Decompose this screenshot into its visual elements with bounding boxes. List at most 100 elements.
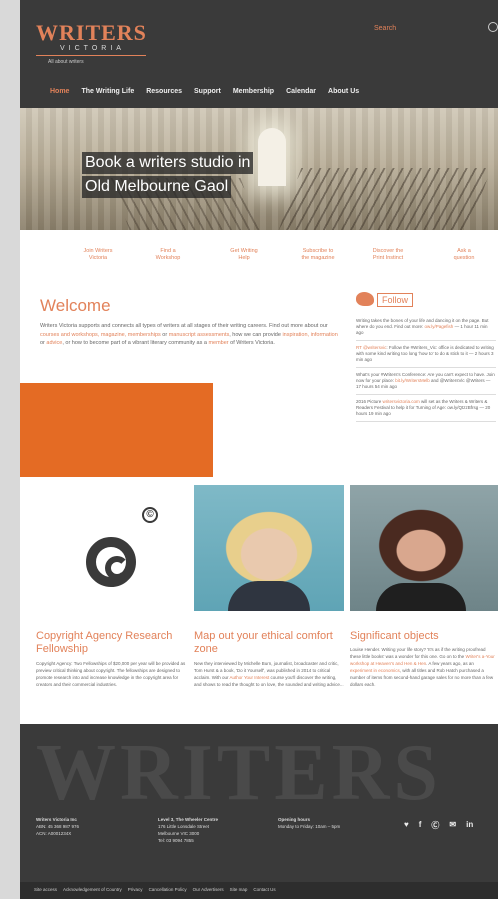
courses-link[interactable]: courses and workshops, magazine, members… [40,332,161,338]
footer-links: Site access Acknowledgement of Country P… [34,887,276,892]
footer-link-cancellation[interactable]: Cancellation Policy [149,887,187,892]
footer-link-access[interactable]: Site access [34,887,57,892]
quick-link-magazine[interactable]: Subscribe to the magazine [290,248,346,262]
welcome-text-part: , or how to become part of a vibrant lit… [62,340,209,346]
copyright-symbol-icon: © [142,507,158,523]
feature-title-ethics[interactable]: Map out your ethical comfort zone [194,630,344,656]
site-footer: WRITERS Writers Victoria Inc ABN: 45 368… [20,724,498,882]
inspiration-link[interactable]: inspiration, information [282,332,337,338]
main-nav: Home The Writing Life Resources Support … [50,88,371,95]
footer-link-contact[interactable]: Contact Us [253,887,275,892]
feature-title-copyright[interactable]: Copyright Agency Research Fellowship [36,630,186,656]
quick-link-label: Discover the [372,248,404,254]
footer-hours: Opening hours Monday to Friday: 10am – 5… [278,816,340,830]
nav-resources[interactable]: Resources [146,88,182,95]
twitter-icon[interactable]: ♥ [404,820,409,831]
logo-subtitle: VICTORIA [60,45,125,52]
tweet-item: Writing takes the bones of your life and… [356,318,496,341]
quick-link-join[interactable]: Join Writers Victoria [70,248,126,262]
quick-link-label: Victoria [88,255,108,261]
advice-link[interactable]: advice [46,340,62,346]
logo-wordmark: WRITERS [36,20,147,45]
author-photo-brunette[interactable] [350,485,498,611]
feature-title-objects[interactable]: Significant objects [350,630,498,643]
member-link[interactable]: member [208,340,228,346]
copyright-feature-image[interactable]: © [36,485,191,611]
site-logo[interactable]: WRITERS VICTORIA All about writers [36,22,156,65]
footer-hours-value: Monday to Friday: 10am – 5pm [278,824,341,829]
quick-link-workshop[interactable]: Find a Workshop [140,248,196,262]
instagram-icon[interactable]: Ⓒ [431,820,439,831]
search-link[interactable]: Search [374,25,396,32]
footer-link-privacy[interactable]: Privacy [128,887,143,892]
facebook-icon[interactable]: f [419,820,422,831]
quick-links: Join Writers Victoria Find a Workshop Ge… [20,236,498,284]
hero-caption[interactable]: Book a writers studio in Old Melbourne G… [82,152,254,200]
quick-link-print-instinct[interactable]: Discover the Print Instinct [360,248,416,262]
tweet-item: 2016 Picture writersvictoria.com will se… [356,399,496,422]
copyright-logo-icon [86,537,136,587]
footer-link-sitemap[interactable]: Site map [230,887,248,892]
welcome-text-part: , how we can provide [229,331,283,338]
footer-link-advertisers[interactable]: Our Advertisers [193,887,224,892]
tweet-link[interactable]: RT @writersvic [356,345,386,350]
experiment-link[interactable]: experiment in economics [350,668,400,673]
hero-caption-line2: Old Melbourne Gaol [82,176,232,198]
feature-body-objects: Louise Hender. Writing your life story? … [350,646,496,688]
footer-address: Level 3, The Wheeler Centre 176 Little L… [158,816,218,844]
nav-calendar[interactable]: Calendar [286,88,316,95]
twitter-bird-icon [356,292,374,306]
footer-hours-label: Opening hours [278,817,310,822]
footer-phone[interactable]: Tel: 03 9094 7855 [158,837,218,844]
quick-link-writing-help[interactable]: Get Writing Help [216,248,272,262]
quick-link-label: Ask a [457,248,471,254]
nav-support[interactable]: Support [194,88,221,95]
author-photo-blonde[interactable] [194,485,344,611]
nav-home[interactable]: Home [50,88,69,95]
promo-block[interactable] [20,383,213,477]
logo-divider [36,55,146,56]
tweet-link[interactable]: writersvictoria.com [383,399,420,404]
manuscript-link[interactable]: manuscript assessments [169,332,230,338]
twitter-follow-button[interactable]: Follow [377,293,414,307]
tweet-link[interactable]: bit.ly/WritersMelb [395,378,429,383]
quick-link-label: the magazine [301,255,335,261]
search-icon[interactable] [488,22,498,32]
tweet-text: 2016 Picture [356,399,383,404]
footer-address-line: Level 3, The Wheeler Centre [158,817,219,822]
footer-org-name: Writers Victoria Inc [36,817,77,822]
nav-about-us[interactable]: About Us [328,88,359,95]
tweet-feed: Writing takes the bones of your life and… [356,318,496,426]
quick-link-label: Print Instinct [372,255,404,261]
quick-link-label: Workshop [155,255,181,261]
course-link[interactable]: Author Your Interest [230,675,270,680]
page: WRITERS VICTORIA All about writers Searc… [20,0,498,899]
email-icon[interactable]: ✉ [449,820,456,831]
welcome-text-part: of Writers Victoria. [228,340,275,346]
quick-link-label: Find a [160,248,176,254]
site-header: WRITERS VICTORIA All about writers Searc… [20,0,498,108]
footer-bottom-bar: Site access Acknowledgement of Country P… [20,882,498,899]
linkedin-icon[interactable]: in [466,820,473,831]
footer-org-info: Writers Victoria Inc ABN: 45 368 987 976… [36,816,79,837]
tweet-link[interactable]: ow.ly/Pagefish [425,324,454,329]
feature-text: . A few years ago, as an [426,661,474,666]
quick-link-label: Subscribe to [302,248,334,254]
quick-link-label: Get Writing [230,248,258,254]
feature-body-copyright: Copyright Agency: Two Fellowships of $20… [36,661,186,687]
welcome-text-part: Writers Victoria supports and connects a… [40,323,328,329]
footer-address-line: 176 Little Lonsdale Street [158,824,210,829]
feature-body-ethics: New they interviewed by Michelle Burn, j… [194,660,344,688]
welcome-text: Writers Victoria supports and connects a… [40,322,340,348]
footer-link-acknowledgement[interactable]: Acknowledgement of Country [63,887,122,892]
footer-acn: ACN: A0001234X [36,831,72,836]
quick-link-label: Join Writers [83,248,113,254]
logo-tagline: All about writers [48,59,84,65]
footer-watermark: WRITERS [36,729,442,817]
welcome-text-part: or [160,331,169,338]
quick-link-question[interactable]: Ask a question [436,248,492,262]
footer-address-line: Melbourne VIC 3000 [158,831,200,836]
nav-membership[interactable]: Membership [233,88,274,95]
nav-writing-life[interactable]: The Writing Life [81,88,134,95]
tweet-item: RT @writersvic: Follow the #Writers_Vic:… [356,345,496,368]
